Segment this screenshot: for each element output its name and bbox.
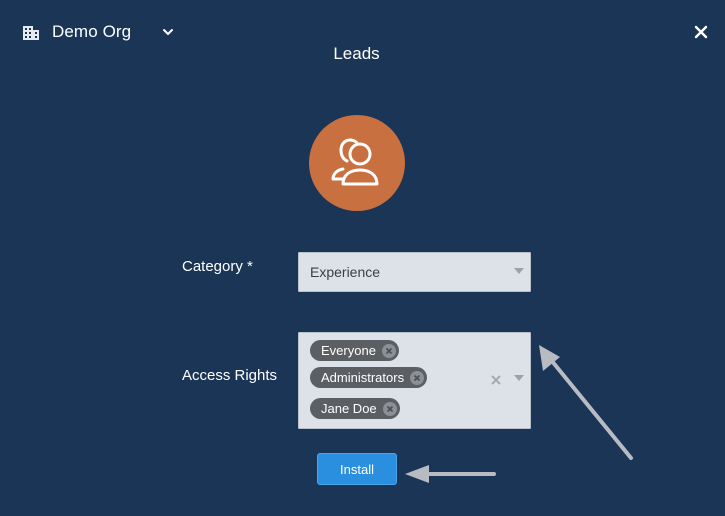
org-name: Demo Org xyxy=(52,22,132,41)
remove-tag-icon[interactable] xyxy=(381,343,396,358)
tag-label: Everyone xyxy=(321,343,376,358)
tag-label: Administrators xyxy=(321,370,405,385)
install-button[interactable]: Install xyxy=(317,453,397,485)
tag-administrators[interactable]: Administrators xyxy=(310,367,428,388)
close-icon[interactable] xyxy=(691,22,711,42)
install-dialog: Demo Org Leads Category * Experience Acc… xyxy=(0,0,725,516)
access-rights-label: Access Rights xyxy=(182,367,278,384)
caret-down-icon xyxy=(514,268,524,274)
tag-everyone[interactable]: Everyone xyxy=(310,340,399,361)
org-switcher[interactable]: Demo Org xyxy=(22,18,175,46)
clear-all-icon[interactable] xyxy=(490,374,502,386)
access-rights-select[interactable]: Everyone Administrators Jane Doe xyxy=(298,332,531,429)
users-icon xyxy=(331,138,379,186)
building-icon xyxy=(23,26,39,40)
arrowhead-access-rights xyxy=(539,345,560,371)
category-label: Category * xyxy=(182,258,253,275)
arrow-to-access-rights xyxy=(545,353,633,460)
caret-down-icon xyxy=(514,375,524,381)
category-select[interactable]: Experience xyxy=(298,252,531,292)
remove-tag-icon[interactable] xyxy=(410,370,425,385)
arrowhead-install xyxy=(405,465,429,483)
chevron-down-icon[interactable] xyxy=(161,25,175,39)
page-title: Leads xyxy=(333,44,380,63)
app-avatar xyxy=(309,115,405,211)
remove-tag-icon[interactable] xyxy=(382,401,397,416)
tag-label: Jane Doe xyxy=(321,401,377,416)
category-value: Experience xyxy=(310,264,381,280)
tag-jane-doe[interactable]: Jane Doe xyxy=(310,398,400,419)
